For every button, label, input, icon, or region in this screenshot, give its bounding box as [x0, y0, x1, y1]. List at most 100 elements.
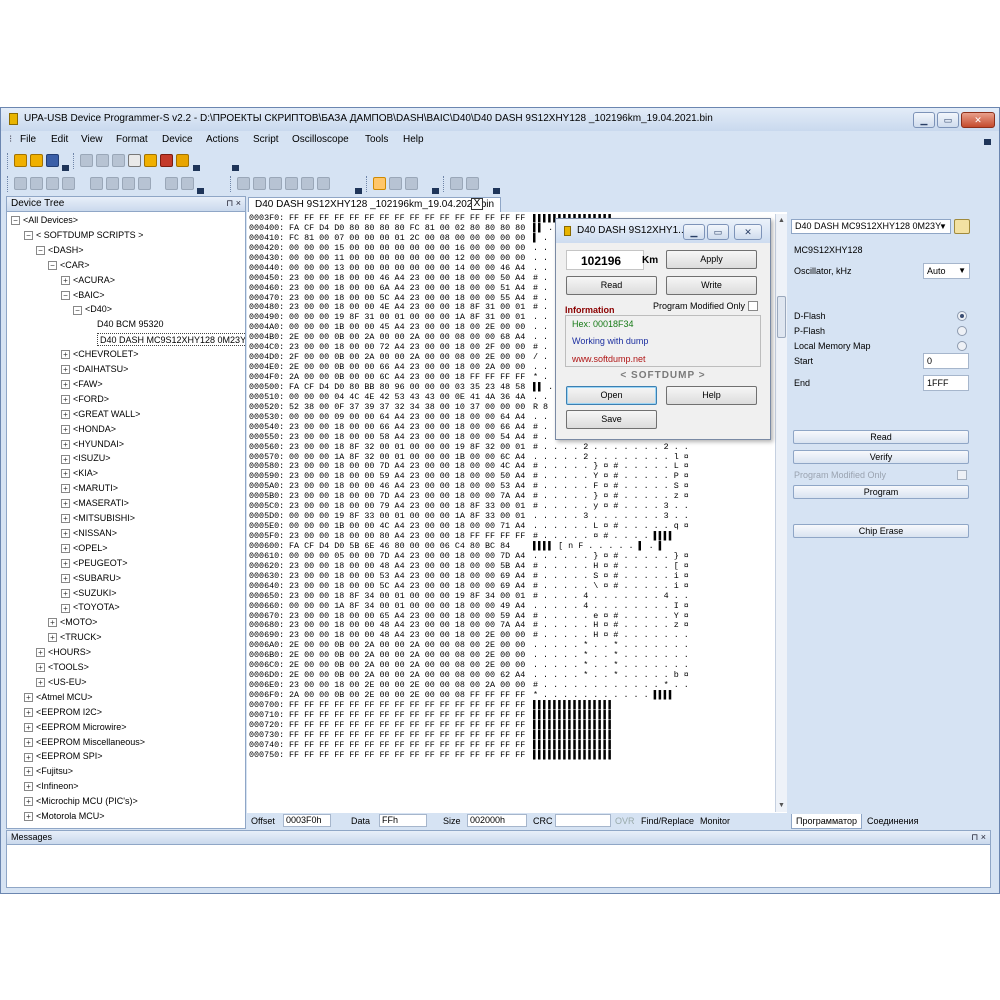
open-folder-icon[interactable]: [30, 154, 43, 167]
tree-node[interactable]: + <CHEVROLET>: [61, 348, 139, 361]
expand-icon[interactable]: +: [61, 499, 70, 509]
scissors-icon[interactable]: [405, 177, 418, 190]
tab-close-icon[interactable]: X: [471, 198, 483, 210]
apply-button[interactable]: Apply: [666, 250, 757, 269]
undo-icon[interactable]: [14, 177, 27, 190]
expand-icon[interactable]: +: [61, 365, 70, 375]
expand-icon[interactable]: +: [61, 409, 70, 419]
bug-icon[interactable]: [160, 154, 173, 167]
tab-dump-file[interactable]: D40 DASH 9S12XHY128 _102196km_19.04.2021…: [248, 197, 502, 212]
scroll-up-icon[interactable]: ▲: [778, 217, 785, 224]
tree-node[interactable]: + <MOTO>: [48, 616, 97, 629]
paste-icon[interactable]: [112, 154, 125, 167]
tree-node[interactable]: + <GREAT WALL>: [61, 408, 140, 421]
close-button[interactable]: ✕: [961, 112, 995, 128]
tree-node[interactable]: + <SUBARU>: [61, 572, 121, 585]
tree-node[interactable]: + <FORD>: [61, 393, 109, 406]
menu-oscilloscope[interactable]: Oscilloscope: [292, 134, 349, 145]
toolbar-dropdown-icon[interactable]: [493, 188, 500, 194]
underline-icon[interactable]: [269, 177, 282, 190]
menu-format[interactable]: Format: [116, 134, 148, 145]
zoom-out-icon[interactable]: [181, 177, 194, 190]
save-icon[interactable]: [46, 154, 59, 167]
expand-icon[interactable]: +: [61, 350, 70, 360]
tab-programmer[interactable]: Программатор: [791, 814, 862, 829]
redo-icon[interactable]: [30, 177, 43, 190]
tree-node[interactable]: + <Fujitsu>: [24, 765, 73, 778]
end-field[interactable]: 1FFF: [923, 375, 969, 391]
tree-node[interactable]: + <DAIHATSU>: [61, 363, 128, 376]
program-modified-only-checkbox[interactable]: [957, 470, 967, 480]
expand-icon[interactable]: +: [61, 469, 70, 479]
toolbar-grip[interactable]: [230, 176, 233, 192]
menu-file[interactable]: File: [20, 134, 36, 145]
tree-node[interactable]: D40 DASH MC9S12XHY128 0M23Y: [97, 333, 245, 347]
sum-icon[interactable]: [176, 154, 189, 167]
expand-icon[interactable]: +: [61, 529, 70, 539]
hex-row[interactable]: 000560: 23 00 00 18 8F 32 00 01 00 00 00 …: [247, 442, 775, 453]
tree-node[interactable]: + <PEUGEOT>: [61, 557, 128, 570]
chip-info-icon[interactable]: [954, 219, 970, 234]
tree-node[interactable]: + <EEPROM SPI>: [24, 750, 103, 763]
tree-node[interactable]: + <SUZUKI>: [61, 587, 117, 600]
collapse-icon[interactable]: −: [11, 216, 20, 226]
align-right-icon[interactable]: [317, 177, 330, 190]
tree-node[interactable]: + <ISUZU>: [61, 452, 111, 465]
program-button[interactable]: Program: [793, 485, 969, 499]
tree-node[interactable]: + <EEPROM Miscellaneous>: [24, 736, 145, 749]
website-link[interactable]: www.softdump.net: [572, 354, 646, 364]
play-icon[interactable]: [122, 177, 135, 190]
tree-node[interactable]: + <MASERATI>: [61, 497, 129, 510]
last-icon[interactable]: [138, 177, 151, 190]
tree-node[interactable]: + <OPEL>: [61, 542, 108, 555]
expand-icon[interactable]: +: [61, 484, 70, 494]
tree-node[interactable]: − <BAIC>: [61, 289, 105, 302]
align-center-icon[interactable]: [301, 177, 314, 190]
toolbar-dropdown-icon[interactable]: [193, 165, 200, 171]
expand-icon[interactable]: +: [61, 558, 70, 568]
expand-icon[interactable]: +: [24, 782, 33, 792]
expand-icon[interactable]: +: [61, 439, 70, 449]
toolbar-dropdown-icon[interactable]: [62, 165, 69, 171]
menu-script[interactable]: Script: [253, 134, 279, 145]
tree-node[interactable]: + <EEPROM I2C>: [24, 706, 102, 719]
toolbar-dropdown-icon[interactable]: [432, 188, 439, 194]
collapse-icon[interactable]: −: [24, 231, 33, 241]
tree-node[interactable]: + <FAW>: [61, 378, 103, 391]
menu-overflow-icon[interactable]: [984, 139, 991, 145]
stop-icon[interactable]: [466, 177, 479, 190]
tree-node[interactable]: + <ACURA>: [61, 274, 115, 287]
menu-help[interactable]: Help: [403, 134, 424, 145]
expand-icon[interactable]: +: [61, 424, 70, 434]
tree-node[interactable]: + <Atmel MCU>: [24, 691, 93, 704]
tab-connections[interactable]: Соединения: [863, 814, 922, 829]
collapse-icon[interactable]: −: [61, 290, 70, 300]
oscillator-select[interactable]: Auto ▼: [923, 263, 970, 279]
tree-node[interactable]: + <TOYOTA>: [61, 601, 120, 614]
menu-tools[interactable]: Tools: [365, 134, 388, 145]
save-button[interactable]: Save: [566, 410, 657, 429]
toolbar-grip[interactable]: [73, 153, 76, 169]
expand-icon[interactable]: +: [36, 648, 45, 658]
tree-node[interactable]: + <US-EU>: [36, 676, 87, 689]
properties-icon[interactable]: [128, 154, 141, 167]
scroll-down-icon[interactable]: ▼: [778, 802, 785, 809]
tree-node[interactable]: + <Infineon>: [24, 780, 79, 793]
program-modified-only-checkbox[interactable]: [748, 301, 758, 311]
scroll-thumb[interactable]: [777, 296, 786, 338]
tree-node[interactable]: + <Microchip MCU (PIC's)>: [24, 795, 138, 808]
expand-icon[interactable]: +: [61, 454, 70, 464]
tree-node[interactable]: + <Motorola MCU>: [24, 810, 105, 823]
tree-node[interactable]: + <HONDA>: [61, 423, 116, 436]
select-icon[interactable]: [373, 177, 386, 190]
expand-icon[interactable]: +: [36, 663, 45, 673]
tree-node[interactable]: − < SOFTDUMP SCRIPTS >: [24, 229, 143, 242]
toolbar-grip[interactable]: [366, 176, 369, 192]
expand-icon[interactable]: +: [61, 394, 70, 404]
cut-icon[interactable]: [80, 154, 93, 167]
copy2-icon[interactable]: [62, 177, 75, 190]
tree-node[interactable]: + <TOOLS>: [36, 661, 89, 674]
tree-node[interactable]: D40 BCM 95320: [97, 318, 164, 331]
find-icon[interactable]: [389, 177, 402, 190]
read-button[interactable]: Read: [566, 276, 657, 295]
